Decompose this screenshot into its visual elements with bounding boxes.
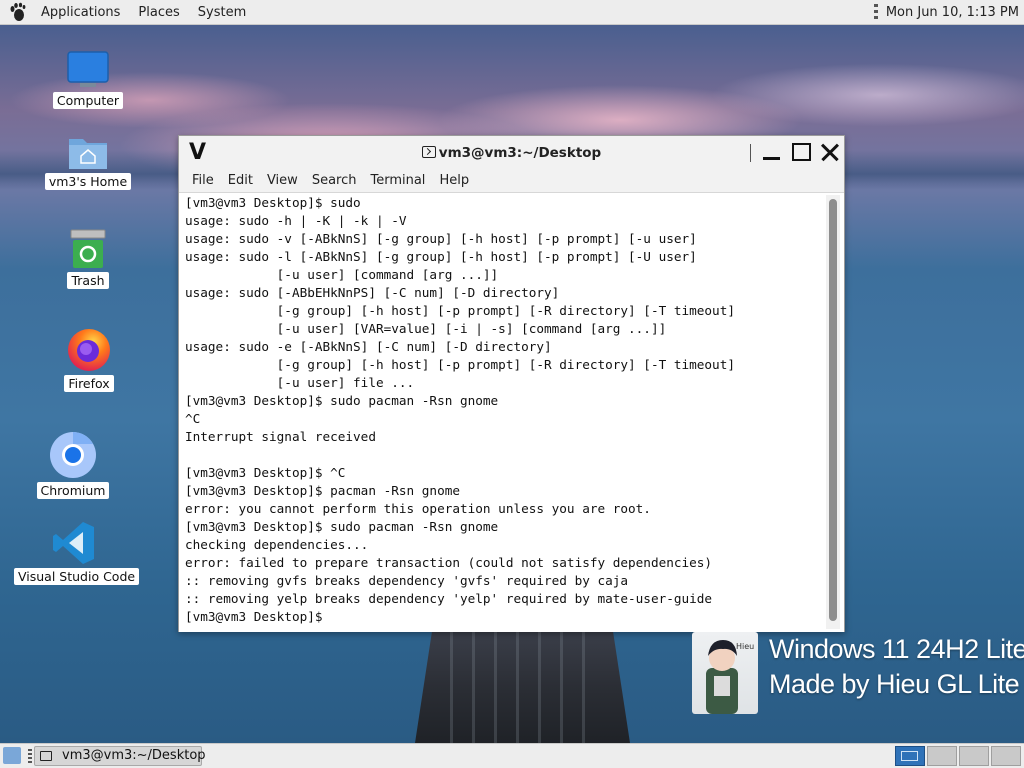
terminal-icon: [40, 751, 52, 761]
terminal-line: usage: sudo -e [-ABkNnS] [-C num] [-D di…: [185, 339, 552, 354]
workspace-3[interactable]: [959, 746, 989, 766]
terminal-line: checking dependencies...: [185, 537, 369, 552]
avatar-caption: Hieu: [736, 642, 755, 651]
firefox-icon: [68, 329, 110, 371]
desktop-icon-label: Firefox: [64, 375, 114, 392]
titlebar-separator: [750, 144, 751, 162]
maximize-button[interactable]: [790, 141, 814, 165]
terminal-output[interactable]: [vm3@vm3 Desktop]$ sudo usage: sudo -h | …: [179, 192, 844, 632]
terminal-menubar: File Edit View Search Terminal Help: [179, 170, 844, 192]
terminal-line: usage: sudo -l [-ABkNnS] [-g group] [-h …: [185, 249, 697, 264]
show-desktop-icon[interactable]: [3, 747, 21, 764]
terminal-line: error: failed to prepare transaction (co…: [185, 555, 713, 570]
taskbar-window-label: vm3@vm3:~/Desktop: [62, 748, 206, 763]
terminal-window[interactable]: V vm3@vm3:~/Desktop File Edit View Searc…: [178, 135, 845, 632]
trash-icon: [70, 229, 106, 268]
terminal-line: [vm3@vm3 Desktop]$ ^C: [185, 465, 346, 480]
terminal-line: usage: sudo -h | -K | -k | -V: [185, 213, 407, 228]
top-panel: Applications Places System Mon Jun 10, 1…: [0, 0, 1024, 25]
minimize-button[interactable]: [761, 141, 785, 165]
chromium-icon: [50, 432, 96, 478]
window-titlebar[interactable]: V vm3@vm3:~/Desktop: [179, 136, 844, 170]
home-folder-icon: [69, 139, 107, 169]
desktop-icon-label: Chromium: [36, 482, 110, 499]
bottom-panel: vm3@vm3:~/Desktop: [0, 743, 1024, 768]
panel-handle[interactable]: [873, 4, 878, 20]
terminal-line: Interrupt signal received: [185, 429, 376, 444]
desktop-icon-home[interactable]: vm3's Home: [44, 133, 132, 190]
scrollbar-thumb[interactable]: [829, 199, 837, 621]
terminal-line: [vm3@vm3 Desktop]$ pacman -Rsn gnome: [185, 483, 460, 498]
terminal-line: :: removing yelp breaks dependency 'yelp…: [185, 591, 713, 606]
terminal-line: [vm3@vm3 Desktop]$ sudo: [185, 195, 361, 210]
menu-file[interactable]: File: [179, 170, 221, 192]
terminal-line: [-u user] file ...: [185, 375, 415, 390]
terminal-icon: [421, 146, 436, 158]
system-menu[interactable]: System: [189, 0, 255, 25]
terminal-line: [vm3@vm3 Desktop]$ sudo pacman -Rsn gnom…: [185, 519, 499, 534]
wallpaper-pier-railing: [450, 632, 590, 743]
computer-icon: [67, 51, 109, 87]
menu-edit[interactable]: Edit: [221, 170, 260, 192]
menu-search[interactable]: Search: [305, 170, 364, 192]
gnome-foot-icon[interactable]: [8, 2, 28, 22]
terminal-text: [vm3@vm3 Desktop]$ sudo usage: sudo -h | …: [185, 194, 735, 626]
terminal-line: [vm3@vm3 Desktop]$ sudo pacman -Rsn gnom…: [185, 393, 499, 408]
applications-menu[interactable]: Applications: [32, 0, 129, 25]
menu-view[interactable]: View: [260, 170, 305, 192]
menu-terminal[interactable]: Terminal: [363, 170, 432, 192]
window-title: vm3@vm3:~/Desktop: [179, 136, 844, 170]
terminal-line: ^C: [185, 411, 201, 426]
terminal-line: usage: sudo -v [-ABkNnS] [-g group] [-h …: [185, 231, 697, 246]
taskbar-window-button[interactable]: vm3@vm3:~/Desktop: [34, 746, 206, 766]
desktop-icon-label: vm3's Home: [44, 173, 132, 190]
workspace-2[interactable]: [927, 746, 957, 766]
vscode-icon: [53, 522, 94, 564]
scrollbar[interactable]: [826, 195, 840, 629]
terminal-line: [-g group] [-h host] [-p prompt] [-R dir…: [185, 303, 735, 318]
terminal-line: [-u user] [VAR=value] [-i | -s] [command…: [185, 321, 667, 336]
wallpaper-watermark: Hieu Windows 11 24H2 Lite Made by Hieu G…: [692, 632, 1024, 714]
terminal-line: [vm3@vm3 Desktop]$: [185, 609, 331, 624]
watermark-avatar: Hieu: [692, 632, 758, 714]
workspace-1[interactable]: [895, 746, 925, 766]
panel-handle[interactable]: [28, 749, 32, 763]
workspace-4[interactable]: [991, 746, 1021, 766]
terminal-line: error: you cannot perform this operation…: [185, 501, 651, 516]
desktop-icon-trash[interactable]: Trash: [54, 228, 122, 289]
window-title-text: vm3@vm3:~/Desktop: [438, 145, 602, 161]
desktop-icon-label: Computer: [52, 92, 124, 109]
terminal-line: usage: sudo [-ABbEHkNnPS] [-C num] [-D d…: [185, 285, 560, 300]
close-button[interactable]: [819, 141, 843, 165]
terminal-line: :: removing gvfs breaks dependency 'gvfs…: [185, 573, 629, 588]
places-menu[interactable]: Places: [129, 0, 188, 25]
desktop-icon-firefox[interactable]: Firefox: [54, 325, 124, 392]
clock[interactable]: Mon Jun 10, 1:13 PM: [886, 5, 1024, 20]
desktop-icon-label: Visual Studio Code: [14, 568, 140, 585]
terminal-line: [-g group] [-h host] [-p prompt] [-R dir…: [185, 357, 735, 372]
desktop-icon-label: Trash: [67, 272, 109, 289]
desktop-icon-chromium[interactable]: Chromium: [36, 430, 110, 499]
terminal-line: [-u user] [command [arg ...]]: [185, 267, 499, 282]
desktop-icon-vscode[interactable]: Visual Studio Code: [14, 520, 140, 585]
watermark-line-1: Windows 11 24H2 Lite: [769, 634, 1024, 664]
menu-help[interactable]: Help: [432, 170, 476, 192]
desktop-icon-computer[interactable]: Computer: [50, 50, 126, 109]
watermark-line-2: Made by Hieu GL Lite: [769, 669, 1020, 699]
